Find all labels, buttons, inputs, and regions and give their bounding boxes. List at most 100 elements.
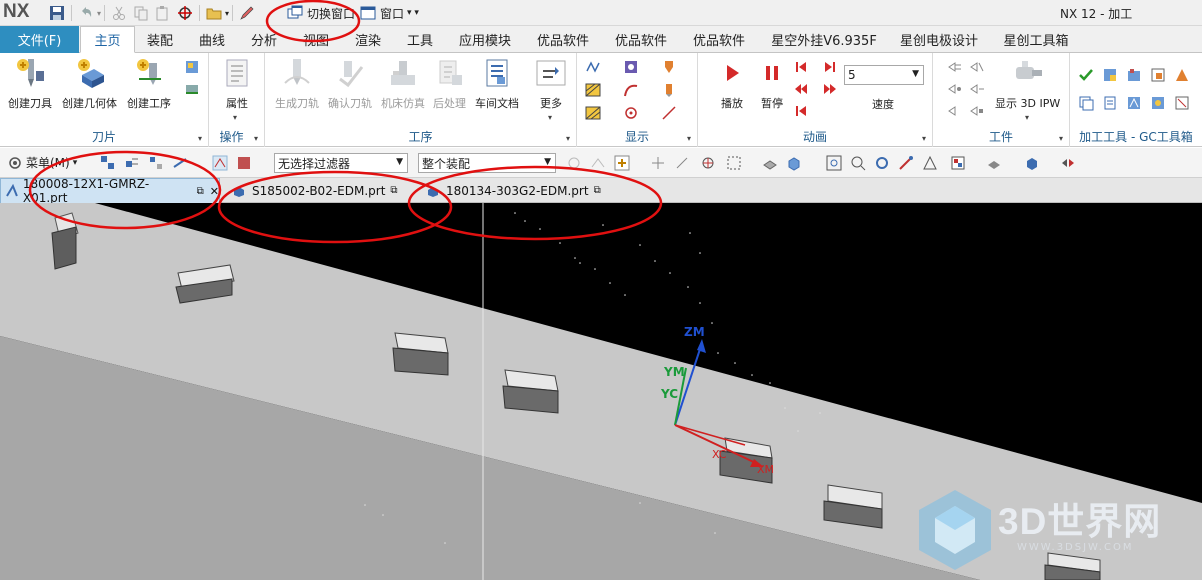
tab-applications[interactable]: 应用模块 [452, 26, 518, 53]
display-toolpath-icon[interactable] [585, 59, 601, 75]
display-view-icon[interactable] [623, 59, 639, 75]
orient-view-icon[interactable] [986, 155, 1002, 171]
tool-small-1-icon[interactable] [184, 59, 200, 75]
rewind-icon[interactable] [793, 81, 809, 97]
tab-analysis[interactable]: 分析 [244, 26, 284, 53]
visibility-icon[interactable] [1060, 155, 1076, 171]
zoom-icon[interactable] [850, 155, 866, 171]
display-curve-icon[interactable] [623, 82, 639, 98]
more-button[interactable]: 更多 [535, 57, 567, 111]
filter-select-all-icon[interactable] [590, 155, 606, 171]
tab-curve[interactable]: 曲线 [192, 26, 232, 53]
switch-window-button[interactable]: 切换窗口 [287, 4, 355, 22]
snap-mode-icon[interactable] [236, 155, 252, 171]
paste-icon[interactable] [155, 5, 171, 21]
shop-doc-button[interactable]: 车间文档 [475, 57, 519, 111]
properties-button[interactable]: 属性 [221, 57, 253, 111]
gc-tool-1-icon[interactable] [1102, 67, 1118, 83]
chevron-down-icon[interactable]: ▾ [198, 134, 202, 143]
cut-icon[interactable] [111, 5, 127, 21]
filter-reset-icon[interactable] [566, 155, 582, 171]
copy-icon[interactable] [133, 5, 149, 21]
box-select-icon[interactable] [726, 155, 742, 171]
display-hatch-1-icon[interactable] [585, 82, 601, 98]
tab-youpin-2[interactable]: 优品软件 [608, 26, 674, 53]
display-tool-icon[interactable] [661, 59, 677, 75]
step-forward-icon[interactable] [822, 59, 838, 75]
show-3d-ipw-button[interactable]: 显示 3D IPW [995, 57, 1060, 111]
doc-tab-3[interactable]: 180134-303G2-EDM.prt ⧉ [422, 178, 612, 203]
fit-view-icon[interactable] [922, 155, 938, 171]
tab-youpin-1[interactable]: 优品软件 [530, 26, 596, 53]
close-icon[interactable]: ✕ [210, 185, 219, 198]
first-frame-icon[interactable] [793, 103, 809, 119]
generate-path-button[interactable]: 生成刀轨 [275, 57, 319, 111]
view-2-icon[interactable] [786, 155, 802, 171]
pencil-icon[interactable] [239, 5, 255, 21]
chevron-down-icon[interactable]: ▾ [1059, 134, 1063, 143]
assembly-scope-select[interactable]: 整个装配 ▼ [418, 153, 556, 173]
add-object-icon[interactable] [614, 155, 630, 171]
chevron-down-icon[interactable]: ▾ [254, 134, 258, 143]
select-feature-icon[interactable] [100, 155, 116, 171]
workpiece-1-icon[interactable] [947, 59, 963, 75]
display-hatch-2-icon[interactable] [585, 105, 601, 121]
tab-xingchuang-tools[interactable]: 星创工具箱 [996, 26, 1076, 53]
tab-home[interactable]: 主页 [80, 26, 135, 53]
render-style-icon[interactable] [950, 155, 966, 171]
fast-forward-icon[interactable] [822, 81, 838, 97]
save-icon[interactable] [49, 5, 65, 21]
select-edge-icon[interactable] [172, 155, 188, 171]
point-snap-2-icon[interactable] [674, 155, 690, 171]
chevron-down-icon[interactable]: ▾ [548, 113, 552, 122]
workpiece-6-icon[interactable] [969, 103, 985, 119]
pause-button[interactable]: 暂停 [756, 57, 788, 111]
gc-tool-8-icon[interactable] [1150, 95, 1166, 111]
gc-check-icon[interactable] [1078, 67, 1094, 83]
select-face-icon[interactable] [148, 155, 164, 171]
type-filter-select[interactable]: 无选择过滤器 ▼ [274, 153, 408, 173]
window-menu-button[interactable]: 窗口 ▾ ▾ [360, 4, 419, 22]
create-tool-button[interactable]: 创建刀具 [8, 57, 52, 111]
gc-tool-9-icon[interactable] [1174, 95, 1190, 111]
undo-icon[interactable] [78, 5, 94, 21]
point-snap-3-icon[interactable] [700, 155, 716, 171]
tab-youpin-3[interactable]: 优品软件 [686, 26, 752, 53]
open-folder-icon[interactable] [206, 5, 222, 21]
snap-point-icon[interactable] [212, 155, 228, 171]
create-geometry-button[interactable]: 创建几何体 [62, 57, 117, 111]
workpiece-2-icon[interactable] [969, 59, 985, 75]
play-button[interactable]: 播放 [716, 57, 748, 111]
gc-tool-3-icon[interactable] [1150, 67, 1166, 83]
tab-tools[interactable]: 工具 [400, 26, 440, 53]
machine-sim-button[interactable]: 机床仿真 [381, 57, 425, 111]
tab-render[interactable]: 渲染 [348, 26, 388, 53]
display-holder-icon[interactable] [661, 82, 677, 98]
gc-tool-7-icon[interactable] [1126, 95, 1142, 111]
workpiece-4-icon[interactable] [969, 81, 985, 97]
zoom-fit-icon[interactable] [826, 155, 842, 171]
workpiece-5-icon[interactable] [947, 103, 963, 119]
step-back-icon[interactable] [793, 59, 809, 75]
tool-small-2-icon[interactable] [184, 81, 200, 97]
doc-tab-1[interactable]: 180008-12X1-GMRZ-X01.prt ⧉ ✕ [0, 177, 220, 205]
gc-tool-6-icon[interactable] [1102, 95, 1118, 111]
crosshair-icon[interactable] [177, 5, 193, 21]
display-point-icon[interactable] [623, 105, 639, 121]
gc-tool-4-icon[interactable] [1174, 67, 1190, 83]
shaded-icon[interactable] [1024, 155, 1040, 171]
verify-path-button[interactable]: 确认刀轨 [328, 57, 372, 111]
chevron-down-icon[interactable]: ▾ [922, 134, 926, 143]
display-line-icon[interactable] [661, 105, 677, 121]
pan-icon[interactable] [898, 155, 914, 171]
menu-button[interactable]: 菜单(M) ▾ [8, 154, 77, 171]
chevron-down-icon[interactable]: ▾ [1025, 113, 1029, 122]
point-snap-1-icon[interactable] [650, 155, 666, 171]
speed-select[interactable]: 5 ▼ [844, 65, 924, 85]
doc-tab-2[interactable]: S185002-B02-EDM.prt ⧉ [228, 178, 408, 203]
tab-view[interactable]: 视图 [296, 26, 336, 53]
chevron-down-icon[interactable]: ▾ [233, 113, 237, 122]
tab-electrode-design[interactable]: 星创电极设计 [894, 26, 984, 53]
chevron-down-icon[interactable]: ▾ [687, 134, 691, 143]
gc-tool-5-icon[interactable] [1078, 95, 1094, 111]
